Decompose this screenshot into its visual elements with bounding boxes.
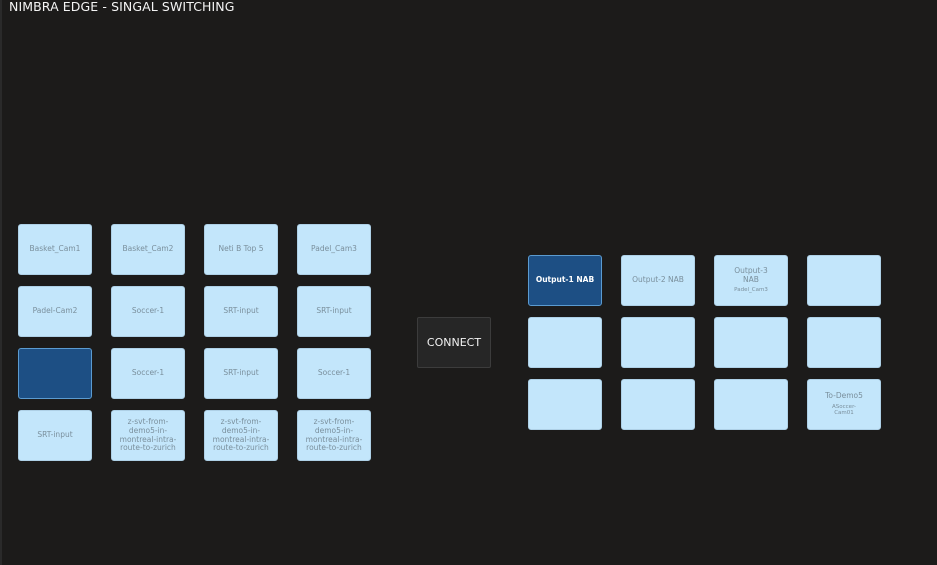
page-title: NIMBRA EDGE - SINGAL SWITCHING: [9, 0, 235, 14]
source-tile[interactable]: SRT-input: [204, 286, 278, 337]
output-tile[interactable]: [714, 379, 788, 430]
output-tile[interactable]: [807, 255, 881, 306]
output-label: Output-3 NAB: [734, 266, 768, 284]
output-tile[interactable]: [714, 317, 788, 368]
output-label: Output-1 NAB: [535, 275, 595, 285]
output-connected-source: ASoccer- Cam01: [832, 403, 856, 417]
source-tile[interactable]: z-svt-from-demo5-in-montreal-intra-route…: [297, 410, 371, 461]
output-tile[interactable]: [528, 317, 602, 368]
source-tile[interactable]: Soccer-1: [297, 348, 371, 399]
output-connected-source: Padel_Cam3: [734, 287, 768, 294]
source-tile[interactable]: Soccer-1: [111, 348, 185, 399]
source-tile[interactable]: z-svt-from-demo5-in-montreal-intra-route…: [204, 410, 278, 461]
source-tile[interactable]: Soccer-1: [111, 286, 185, 337]
source-label: SRT-input: [223, 368, 259, 378]
connect-button[interactable]: CONNECT: [417, 317, 491, 368]
output-tile[interactable]: [621, 379, 695, 430]
source-label: SRT-input: [37, 430, 73, 440]
output-label: To-Demo5: [825, 391, 863, 401]
source-tile[interactable]: Basket_Cam1: [18, 224, 92, 275]
source-tile[interactable]: SRT-input: [18, 410, 92, 461]
source-tile[interactable]: Basket_Cam2: [111, 224, 185, 275]
output-tile-selected[interactable]: Output-1 NAB: [528, 255, 602, 306]
app-window: NIMBRA EDGE - SINGAL SWITCHING Basket_Ca…: [0, 0, 937, 565]
output-grid: Output-1 NAB Output-2 NAB Output-3 NAB P…: [528, 255, 881, 430]
source-label: Soccer-1: [317, 368, 351, 378]
source-tile[interactable]: SRT-input: [297, 286, 371, 337]
output-tile[interactable]: [807, 317, 881, 368]
source-label: Soccer-1: [131, 306, 165, 316]
source-label: Padel_Cam3: [311, 244, 357, 254]
source-tile[interactable]: Padel_Cam3: [297, 224, 371, 275]
source-label: Neti B Top 5: [218, 244, 264, 254]
source-tile[interactable]: z-svt-from-demo5-in-montreal-intra-route…: [111, 410, 185, 461]
source-label: z-svt-from-demo5-in-montreal-intra-route…: [212, 417, 270, 453]
source-tile[interactable]: SRT-input: [204, 348, 278, 399]
output-tile[interactable]: Output-2 NAB: [621, 255, 695, 306]
output-tile[interactable]: [528, 379, 602, 430]
source-label: SRT-input: [316, 306, 352, 316]
output-tile[interactable]: [621, 317, 695, 368]
source-tile-selected[interactable]: [18, 348, 92, 399]
source-label: Soccer-1: [131, 368, 165, 378]
output-label: Output-2 NAB: [632, 275, 684, 285]
output-tile[interactable]: Output-3 NAB Padel_Cam3: [714, 255, 788, 306]
source-label: Basket_Cam1: [29, 244, 81, 254]
source-label: z-svt-from-demo5-in-montreal-intra-route…: [305, 417, 363, 453]
source-label: z-svt-from-demo5-in-montreal-intra-route…: [119, 417, 177, 453]
source-label: Padel-Cam2: [32, 306, 78, 316]
source-label: Basket_Cam2: [122, 244, 174, 254]
output-tile[interactable]: To-Demo5 ASoccer- Cam01: [807, 379, 881, 430]
source-label: SRT-input: [223, 306, 259, 316]
source-grid: Basket_Cam1 Basket_Cam2 Neti B Top 5 Pad…: [18, 224, 371, 461]
source-tile[interactable]: Padel-Cam2: [18, 286, 92, 337]
source-tile[interactable]: Neti B Top 5: [204, 224, 278, 275]
